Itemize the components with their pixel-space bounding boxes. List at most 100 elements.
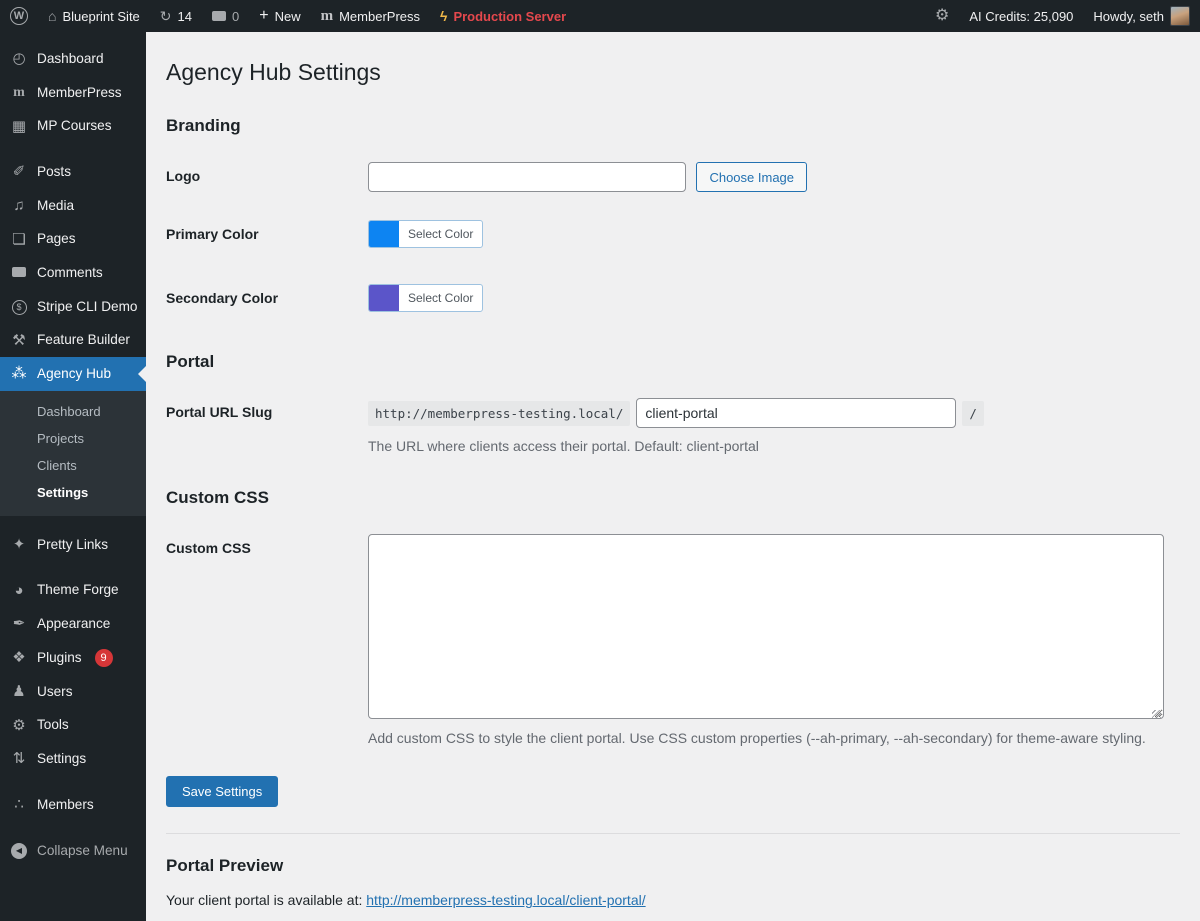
preview-text-prefix: Your client portal is available at: [166,892,367,909]
primary-color-picker-button[interactable]: Select Color [368,220,484,249]
slug-url-suffix: / [962,400,984,426]
choose-image-button[interactable]: Choose Image [696,162,808,193]
comments-icon [10,265,28,280]
ai-settings-menu[interactable]: ⚙ [925,0,959,32]
sidebar-item-pages[interactable]: ❏ Pages [0,222,146,256]
user-avatar [1170,6,1190,26]
sidebar-item-comments[interactable]: Comments [0,256,146,290]
home-icon: ⌂ [48,8,57,24]
sidebar-item-appearance[interactable]: ✒ Appearance [0,607,146,641]
plugins-update-badge: 9 [94,648,113,667]
gear-icon: ⚙ [935,7,950,24]
sidebar-item-feature-builder[interactable]: ⚒ Feature Builder [0,323,146,357]
sidebar-item-tools[interactable]: ⚙ Tools [0,708,146,742]
user-icon: ♟ [12,683,26,701]
sidebar-item-label: Posts [37,164,71,180]
updates-icon: ↻ [159,8,172,24]
slug-url-prefix: http://memberpress-testing.local/ [368,400,631,426]
sidebar-item-stripe-cli-demo[interactable]: $ Stripe CLI Demo [0,290,146,324]
save-settings-button[interactable]: Save Settings [166,776,279,808]
logo-input[interactable] [368,161,686,192]
submenu-item-projects[interactable]: Projects [0,425,146,452]
sidebar-item-memberpress[interactable]: m MemberPress [0,76,146,110]
pages-icon: ❏ [12,230,26,248]
sidebar-item-label: Settings [37,751,87,767]
dollar-circle-icon: $ [10,298,28,316]
pushpin-icon: ✐ [12,163,26,181]
secondary-color-label: Secondary Color [166,290,279,307]
submenu-item-settings[interactable]: Settings [0,479,146,506]
sidebar-item-label: Media [37,197,75,213]
custom-css-description: Add custom CSS to style the client porta… [368,730,1146,747]
select-color-label: Select Color [408,291,474,306]
custom-css-textarea[interactable] [368,534,1164,720]
courses-icon: ▦ [11,117,27,135]
updates-count: 14 [177,8,192,24]
updates-menu[interactable]: ↻ 14 [150,0,202,32]
sidebar-item-label: MemberPress [37,84,122,100]
new-content-menu[interactable]: + New [249,0,310,32]
portal-preview-text: Your client portal is available at: http… [166,892,1180,908]
sidebar-item-label: Agency Hub [37,366,112,382]
branding-heading: Branding [166,115,241,135]
sidebar-item-plugins[interactable]: ❖ Plugins 9 [0,641,146,675]
sidebar-item-settings[interactable]: ⇅ Settings [0,742,146,776]
hammer-icon: ⚒ [12,331,26,349]
production-server-label: Production Server [453,8,567,24]
custom-css-label: Custom CSS [166,540,251,557]
sidebar-item-theme-forge[interactable]: ◕ Theme Forge [0,573,146,607]
custom-css-heading: Custom CSS [166,488,269,508]
sidebar-item-label: Users [37,683,73,699]
sidebar-item-label: Plugins [37,649,82,665]
admin-bar-right: ⚙ AI Credits: 25,090 Howdy, seth [925,0,1200,32]
site-name-menu[interactable]: ⌂ Blueprint Site [38,0,150,32]
sidebar-item-label: Feature Builder [37,332,130,348]
portal-preview-heading: Portal Preview [166,856,284,876]
main-content: Agency Hub Settings Branding Logo Choose… [146,32,1200,921]
sidebar-item-agency-hub[interactable]: ⁂ Agency Hub [0,357,146,391]
sidebar-item-label: Pretty Links [37,536,109,552]
comments-menu[interactable]: 0 [202,0,249,32]
submenu-item-clients[interactable]: Clients [0,452,146,479]
admin-sidebar-menu: ◴ Dashboard m MemberPress ▦ MP Courses ✐… [0,32,146,921]
sidebar-item-media[interactable]: ♫ Media [0,189,146,223]
secondary-color-picker-button[interactable]: Select Color [368,284,484,313]
sidebar-item-dashboard[interactable]: ◴ Dashboard [0,42,146,76]
sidebar-item-members[interactable]: ∴ Members [0,788,146,822]
sidebar-item-mp-courses[interactable]: ▦ MP Courses [0,109,146,143]
collapse-menu-button[interactable]: ◀ Collapse Menu [0,833,146,867]
ai-credits-indicator[interactable]: AI Credits: 25,090 [959,0,1083,32]
memberpress-menu[interactable]: m MemberPress [311,0,430,32]
portal-preview-link[interactable]: http://memberpress-testing.local/client-… [366,892,645,908]
star-link-icon: ✦ [12,536,26,554]
primary-color-label: Primary Color [166,226,259,243]
memberpress-icon: m [320,7,334,24]
sidebar-item-label: Dashboard [37,51,104,66]
my-account-menu[interactable]: Howdy, seth [1083,0,1200,32]
page-title: Agency Hub Settings [166,59,381,85]
sidebar-item-label: Members [37,796,94,812]
paintbrush-icon: ✒ [12,615,26,633]
sidebar-item-pretty-links[interactable]: ✦ Pretty Links [0,528,146,562]
agency-hub-submenu: Dashboard Projects Clients Settings [0,390,146,516]
production-server-indicator[interactable]: ϟ Production Server [430,0,576,32]
sidebar-item-label: Appearance [37,616,111,632]
primary-color-swatch [369,221,399,248]
portal-slug-description: The URL where clients access their porta… [368,438,759,455]
sidebar-item-label: Collapse Menu [37,842,128,858]
sidebar-item-users[interactable]: ♟ Users [0,675,146,709]
plus-icon: + [259,7,269,24]
wp-logo-menu[interactable]: W [0,0,38,32]
sidebar-item-label: Pages [37,231,76,247]
admin-layout: ◴ Dashboard m MemberPress ▦ MP Courses ✐… [0,32,1200,921]
secondary-color-swatch [369,285,399,312]
portal-slug-input[interactable] [636,398,957,429]
sidebar-item-posts[interactable]: ✐ Posts [0,155,146,189]
admin-bar: W ⌂ Blueprint Site ↻ 14 0 + New m Member… [0,0,1200,32]
media-icon: ♫ [13,197,25,215]
submenu-item-dashboard[interactable]: Dashboard [0,398,146,425]
secondary-color-row: Secondary Color Select Color [166,284,1180,316]
ai-credits-label: AI Credits: 25,090 [969,8,1074,24]
portal-slug-label: Portal URL Slug [166,404,273,421]
memberpress-label: MemberPress [339,8,421,24]
